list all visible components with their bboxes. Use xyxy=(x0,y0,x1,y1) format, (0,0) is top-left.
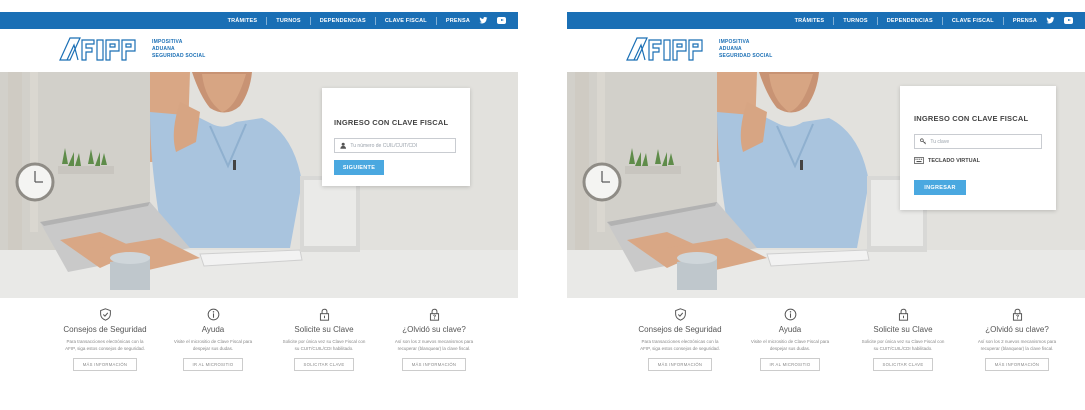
nav-prensa[interactable]: PRENSA xyxy=(446,18,470,24)
lock-question-icon xyxy=(429,308,439,321)
nav-divider xyxy=(876,16,878,25)
shield-icon xyxy=(674,308,686,321)
nav-clave-fiscal[interactable]: CLAVE FISCAL xyxy=(952,18,994,24)
brand-line-seguridad-social: SEGURIDAD SOCIAL xyxy=(152,53,206,59)
twitter-icon[interactable] xyxy=(479,17,488,24)
login-page-password-step: TRÁMITES TURNOS DEPENDENCIAS CLAVE FISCA… xyxy=(567,0,1085,410)
nav-turnos[interactable]: TURNOS xyxy=(276,18,300,24)
youtube-icon[interactable] xyxy=(497,17,506,24)
lock-icon xyxy=(319,308,329,321)
nav-divider xyxy=(941,16,943,25)
feature-title: ¿Olvidó su clave? xyxy=(985,325,1049,334)
nav-divider xyxy=(833,16,835,25)
nav-tramites[interactable]: TRÁMITES xyxy=(795,18,825,24)
nav-dependencias[interactable]: DEPENDENCIAS xyxy=(887,18,933,24)
feature-title: Consejos de Seguridad xyxy=(63,325,147,334)
info-icon xyxy=(207,308,219,321)
brand-line-aduana: ADUANA xyxy=(152,46,175,52)
feature-title: Solicite su Clave xyxy=(873,325,933,334)
feature-description: Visite el micrositio de Clave Fiscal par… xyxy=(173,339,253,351)
virtual-keyboard-label: TECLADO VIRTUAL xyxy=(928,157,980,164)
feature-description: Así son los 2 nuevos mecanismos para rec… xyxy=(394,339,474,351)
nav-turnos[interactable]: TURNOS xyxy=(843,18,867,24)
brand-text: IMPOSITIVA ADUANA SEGURIDAD SOCIAL xyxy=(719,39,772,60)
password-input-wrapper xyxy=(914,134,1042,149)
feature-title: Ayuda xyxy=(778,325,802,334)
mas-informacion-button[interactable]: MÁS INFORMACIÓN xyxy=(72,358,138,371)
features-section: Consejos de Seguridad Para transacciones… xyxy=(0,308,518,410)
feature-description: Para transacciones electrónicas con la A… xyxy=(640,339,720,351)
login-page-cuit-step: TRÁMITES TURNOS DEPENDENCIAS CLAVE FISCA… xyxy=(0,0,518,410)
lock-icon xyxy=(898,308,908,321)
nav-divider xyxy=(374,16,376,25)
feature-title: Consejos de Seguridad xyxy=(638,325,722,334)
shield-icon xyxy=(99,308,111,321)
siguiente-button[interactable]: SIGUIENTE xyxy=(334,160,384,175)
mas-informacion-button[interactable]: MÁS INFORMACIÓN xyxy=(647,358,713,371)
nav-prensa[interactable]: PRENSA xyxy=(1013,18,1037,24)
afip-logo[interactable] xyxy=(625,36,705,62)
mas-informacion-button[interactable]: MÁS INFORMACIÓN xyxy=(401,358,467,371)
login-title: INGRESO CON CLAVE FISCAL xyxy=(914,114,1029,123)
nav-tramites[interactable]: TRÁMITES xyxy=(228,18,258,24)
brand-line-aduana: ADUANA xyxy=(719,46,742,52)
cuit-input-wrapper xyxy=(334,138,456,153)
login-card: INGRESO CON CLAVE FISCAL SIGUIENTE xyxy=(322,88,470,186)
feature-ayuda: Ayuda Visite el micrositio de Clave Fisc… xyxy=(740,308,840,371)
hero-banner: INGRESO CON CLAVE FISCAL SIGUIENTE xyxy=(0,72,518,298)
feature-description: Solicite por única vez su Clave Fiscal c… xyxy=(282,339,366,351)
info-icon xyxy=(784,308,796,321)
hero-banner: INGRESO CON CLAVE FISCAL TECLADO VIRTUAL… xyxy=(567,72,1085,298)
feature-consejos: Consejos de Seguridad Para transacciones… xyxy=(630,308,730,371)
virtual-keyboard-toggle[interactable]: TECLADO VIRTUAL xyxy=(914,157,980,164)
top-navigation-bar: TRÁMITES TURNOS DEPENDENCIAS CLAVE FISCA… xyxy=(567,12,1085,29)
feature-title: Solicite su Clave xyxy=(294,325,354,334)
login-title: INGRESO CON CLAVE FISCAL xyxy=(334,118,449,127)
feature-solicite: Solicite su Clave Solicite por única vez… xyxy=(853,308,953,371)
lock-question-icon xyxy=(1012,308,1022,321)
twitter-icon[interactable] xyxy=(1046,17,1055,24)
ingresar-button[interactable]: INGRESAR xyxy=(914,180,966,195)
header: IMPOSITIVA ADUANA SEGURIDAD SOCIAL xyxy=(0,29,518,72)
feature-description: Para transacciones electrónicas con la A… xyxy=(65,339,145,351)
brand-line-impositiva: IMPOSITIVA xyxy=(152,39,183,45)
header: IMPOSITIVA ADUANA SEGURIDAD SOCIAL xyxy=(567,29,1085,72)
brand-text: IMPOSITIVA ADUANA SEGURIDAD SOCIAL xyxy=(152,39,205,60)
feature-description: Visite el micrositio de Clave Fiscal par… xyxy=(750,339,830,351)
login-card: INGRESO CON CLAVE FISCAL TECLADO VIRTUAL… xyxy=(900,86,1056,210)
mas-informacion-button[interactable]: MÁS INFORMACIÓN xyxy=(984,358,1050,371)
nav-divider xyxy=(266,16,268,25)
nav-divider xyxy=(309,16,311,25)
features-section: Consejos de Seguridad Para transacciones… xyxy=(567,308,1085,410)
feature-olvido: ¿Olvidó su clave? Así son los 2 nuevos m… xyxy=(384,308,484,371)
afip-logo[interactable] xyxy=(58,36,138,62)
ir-al-micrositio-button[interactable]: IR AL MICROSITIO xyxy=(759,358,821,371)
feature-title: ¿Olvidó su clave? xyxy=(402,325,466,334)
feature-description: Solicite por única vez su Clave Fiscal c… xyxy=(861,339,945,351)
youtube-icon[interactable] xyxy=(1064,17,1073,24)
solicitar-clave-button[interactable]: SOLICITAR CLAVE xyxy=(293,358,355,371)
feature-solicite: Solicite su Clave Solicite por única vez… xyxy=(274,308,374,371)
brand-line-impositiva: IMPOSITIVA xyxy=(719,39,750,45)
feature-title: Ayuda xyxy=(201,325,225,334)
user-icon xyxy=(340,142,347,149)
password-input[interactable] xyxy=(930,138,1041,145)
brand-line-seguridad-social: SEGURIDAD SOCIAL xyxy=(719,53,773,59)
solicitar-clave-button[interactable]: SOLICITAR CLAVE xyxy=(872,358,934,371)
feature-description: Así son los 2 nuevos mecanismos para rec… xyxy=(977,339,1057,351)
feature-consejos: Consejos de Seguridad Para transacciones… xyxy=(55,308,155,371)
cuit-input[interactable] xyxy=(350,142,455,149)
ir-al-micrositio-button[interactable]: IR AL MICROSITIO xyxy=(182,358,244,371)
feature-olvido: ¿Olvidó su clave? Así son los 2 nuevos m… xyxy=(967,308,1067,371)
top-navigation-bar: TRÁMITES TURNOS DEPENDENCIAS CLAVE FISCA… xyxy=(0,12,518,29)
key-icon xyxy=(920,138,927,145)
feature-ayuda: Ayuda Visite el micrositio de Clave Fisc… xyxy=(163,308,263,371)
nav-clave-fiscal[interactable]: CLAVE FISCAL xyxy=(385,18,427,24)
nav-dependencias[interactable]: DEPENDENCIAS xyxy=(320,18,366,24)
keyboard-icon xyxy=(914,157,924,164)
nav-divider xyxy=(435,16,437,25)
nav-divider xyxy=(1002,16,1004,25)
